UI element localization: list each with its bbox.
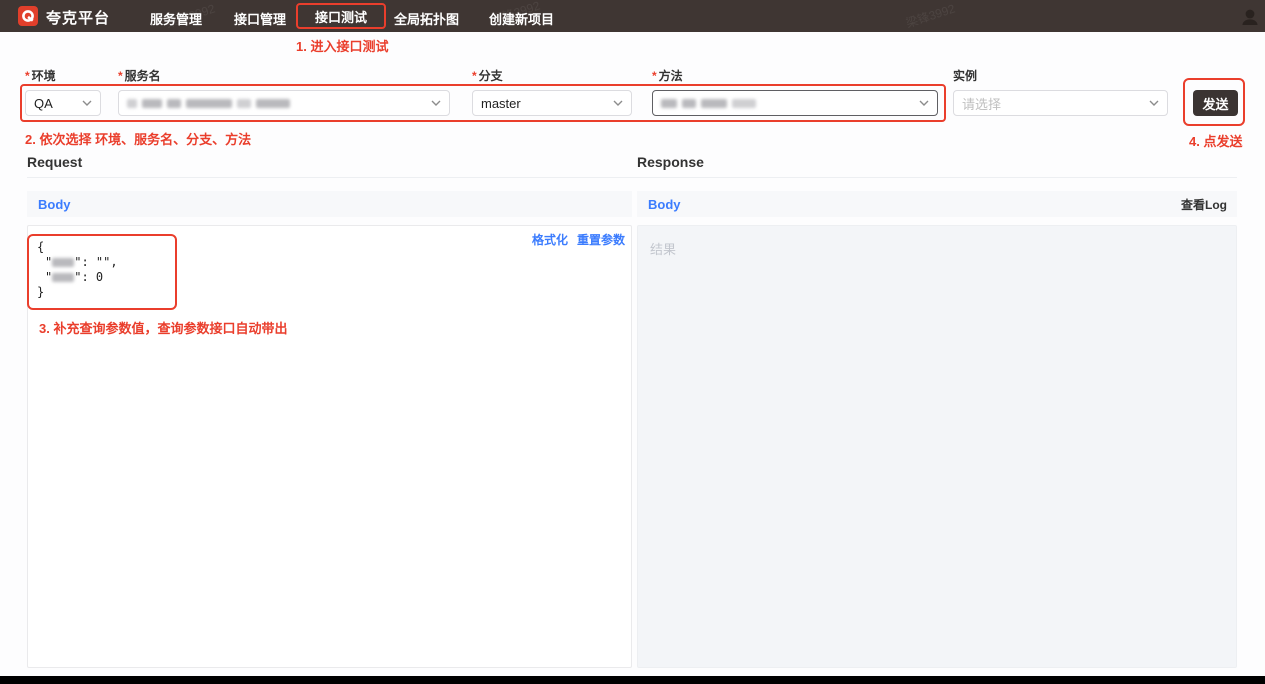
branch-select-value: master	[481, 96, 521, 111]
json-line: "": 0	[37, 270, 118, 285]
annotation-step4: 4. 点发送	[1189, 131, 1242, 150]
nav-item-create-project[interactable]: 创建新项目	[489, 9, 554, 28]
chevron-down-icon	[919, 100, 929, 106]
quark-logo-icon	[18, 6, 38, 26]
chevron-down-icon	[1149, 100, 1159, 106]
chevron-down-icon	[431, 100, 441, 106]
response-tab-bar: Body 查看Log	[637, 191, 1237, 217]
chevron-down-icon	[82, 100, 92, 106]
instance-label: 实例	[953, 67, 977, 84]
nav-item-interface-management[interactable]: 接口管理	[234, 9, 286, 28]
required-mark: *	[25, 69, 30, 83]
request-json-content: { "": "", "": 0 }	[37, 240, 118, 300]
required-mark: *	[472, 69, 477, 83]
quark-logo-glyph	[21, 9, 35, 23]
json-line: }	[37, 285, 118, 300]
request-tab-body[interactable]: Body	[38, 197, 71, 212]
app-title: 夸克平台	[46, 7, 110, 28]
format-link[interactable]: 格式化	[532, 231, 568, 248]
response-panel-title: Response	[637, 154, 704, 170]
env-select[interactable]: QA	[25, 90, 101, 116]
service-select-value-redacted	[127, 99, 290, 108]
panel-divider	[27, 177, 1237, 178]
annotation-box-nav-interface-test: 接口测试	[296, 3, 386, 29]
branch-label: *分支	[472, 67, 503, 84]
branch-select[interactable]: master	[472, 90, 632, 116]
instance-select-placeholder: 请选择	[962, 94, 1001, 113]
annotation-step3: 3. 补充查询参数值，查询参数接口自动带出	[39, 318, 287, 337]
service-label: *服务名	[118, 67, 161, 84]
annotation-step2: 2. 依次选择 环境、服务名、分支、方法	[25, 129, 251, 148]
reset-params-link[interactable]: 重置参数	[577, 231, 625, 248]
service-select[interactable]	[118, 90, 450, 116]
watermark-text: 梁锋3992	[904, 0, 957, 31]
env-select-value: QA	[34, 96, 53, 111]
json-key-redacted	[52, 258, 74, 267]
response-tab-body[interactable]: Body	[648, 197, 681, 212]
editor-toolbar: 格式化 重置参数	[532, 231, 625, 248]
nav-item-global-topology[interactable]: 全局拓扑图	[394, 9, 459, 28]
view-log-link[interactable]: 查看Log	[1181, 196, 1227, 213]
method-select[interactable]	[652, 90, 938, 116]
person-icon	[1239, 6, 1261, 28]
env-label: *环境	[25, 67, 56, 84]
instance-select[interactable]: 请选择	[953, 90, 1168, 116]
response-result-placeholder: 结果	[650, 239, 676, 258]
method-label: *方法	[652, 67, 683, 84]
request-panel-title: Request	[27, 154, 82, 170]
nav-item-service-management[interactable]: 服务管理	[150, 9, 202, 28]
method-select-value-redacted	[661, 99, 756, 108]
required-mark: *	[118, 69, 123, 83]
window-bottom-bar	[0, 676, 1265, 684]
request-tab-bar: Body	[27, 191, 632, 217]
response-result-area: 结果	[637, 225, 1237, 668]
chevron-down-icon	[613, 100, 623, 106]
json-line: {	[37, 240, 118, 255]
user-avatar[interactable]	[1237, 4, 1263, 30]
nav-item-interface-test[interactable]: 接口测试	[298, 5, 384, 27]
required-mark: *	[652, 69, 657, 83]
request-body-editor[interactable]: 格式化 重置参数 { "": "", "": 0 } 3. 补充查询参数值，查询…	[27, 225, 632, 668]
send-button[interactable]: 发送	[1193, 90, 1238, 116]
json-line: "": "",	[37, 255, 118, 270]
annotation-step1: 1. 进入接口测试	[296, 36, 388, 55]
json-key-redacted	[52, 273, 74, 282]
